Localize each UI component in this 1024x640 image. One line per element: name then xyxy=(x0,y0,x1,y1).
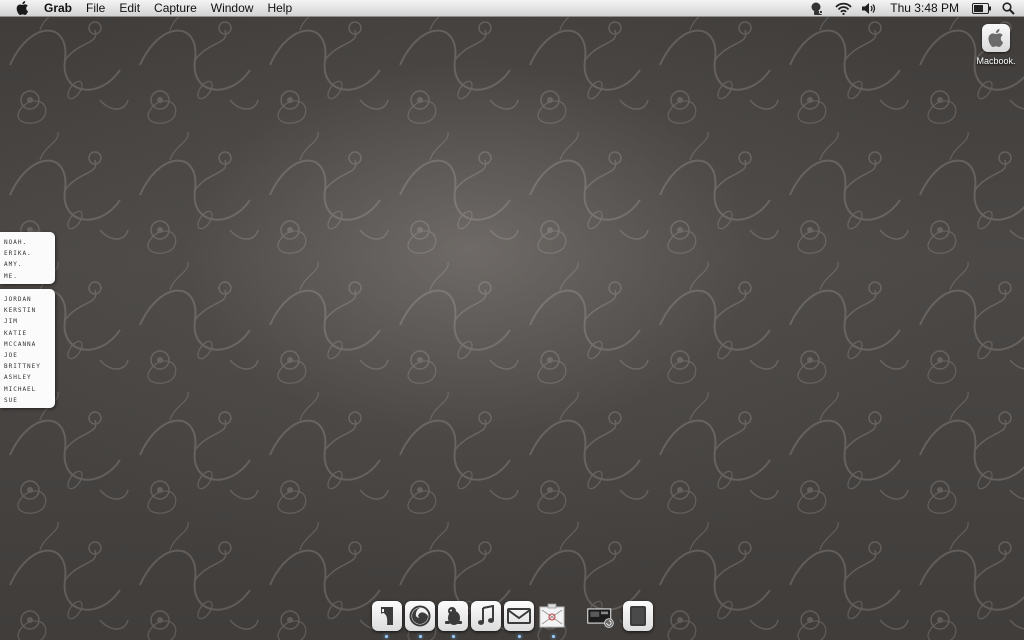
menu-edit[interactable]: Edit xyxy=(112,0,147,17)
menu-help[interactable]: Help xyxy=(260,0,299,17)
list-item: ME. xyxy=(4,272,18,280)
list-item: ERIKA. xyxy=(4,250,32,258)
names-list-top[interactable]: NOAH. ERIKA. AMY. ME. xyxy=(0,232,55,284)
grab-icon[interactable] xyxy=(537,601,567,631)
list-item: ASHLEY xyxy=(4,374,32,382)
timemachine-icon[interactable] xyxy=(807,0,827,16)
names-list-bottom[interactable]: JORDAN KERSTIN JIM KATIE MCCANNA JOE BRI… xyxy=(0,289,55,408)
running-indicator xyxy=(385,635,388,638)
menu-clock[interactable]: Thu 3:48 PM xyxy=(882,1,969,15)
menu-app-grab[interactable]: Grab xyxy=(40,0,79,17)
adium-icon[interactable] xyxy=(438,601,468,631)
menu-file[interactable]: File xyxy=(79,0,112,17)
list-item: NOAH. xyxy=(4,239,28,246)
list-item: JOE xyxy=(4,352,18,360)
hard-drive-icon[interactable] xyxy=(982,24,1010,52)
list-item: BRITTNEY xyxy=(4,363,41,371)
running-indicator xyxy=(518,635,521,638)
floral-pattern xyxy=(0,0,1024,640)
list-item: KERSTIN xyxy=(4,307,37,315)
list-item: SUE xyxy=(4,396,18,404)
list-item: MICHAEL xyxy=(4,385,37,393)
running-indicator xyxy=(552,635,555,638)
macbook-drive[interactable]: Macbook. xyxy=(974,24,1018,66)
list-item: MCCANNA xyxy=(4,340,37,348)
running-indicator xyxy=(452,635,455,638)
dock xyxy=(368,598,660,640)
menu-bar: Grab File Edit Capture Window Help Thu 3… xyxy=(0,0,1024,17)
firefox-icon[interactable] xyxy=(405,601,435,631)
desktop-wallpaper xyxy=(0,0,1024,640)
apple-menu-icon[interactable] xyxy=(14,0,30,16)
drive-label: Macbook. xyxy=(976,56,1016,66)
running-indicator xyxy=(419,635,422,638)
list-item: JORDAN xyxy=(4,296,32,303)
list-item: JIM xyxy=(4,318,18,326)
battery-icon[interactable] xyxy=(972,0,992,16)
status-menus: Thu 3:48 PM xyxy=(804,0,1024,16)
trash-icon[interactable] xyxy=(623,601,653,631)
downloads-stack-icon[interactable] xyxy=(586,601,616,631)
wifi-icon[interactable] xyxy=(833,0,853,16)
list-item: AMY. xyxy=(4,261,23,269)
itunes-icon[interactable] xyxy=(471,601,501,631)
finder-icon[interactable] xyxy=(372,601,402,631)
mail-icon[interactable] xyxy=(504,601,534,631)
spotlight-icon[interactable] xyxy=(998,0,1018,16)
menu-capture[interactable]: Capture xyxy=(147,0,204,17)
list-item: KATIE xyxy=(4,329,28,337)
volume-icon[interactable] xyxy=(859,0,879,16)
menu-window[interactable]: Window xyxy=(204,0,261,17)
